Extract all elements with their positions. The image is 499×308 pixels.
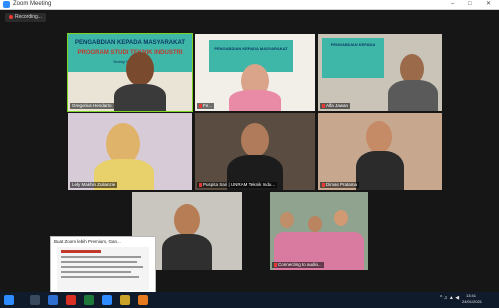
- participant-body: [356, 151, 404, 190]
- muted-mic-icon: [322, 103, 325, 108]
- minimize-button[interactable]: –: [451, 0, 454, 9]
- participant-name: Connecting to audio...: [272, 262, 324, 268]
- participant-name: Puspita Sari | UNRAM Teknik Indu...: [197, 182, 278, 188]
- participant-face: [241, 123, 269, 157]
- popup-title: Buat Zoom lebih Premium, Gan...: [54, 239, 121, 244]
- window-title-bar: Zoom Meeting – □ ✕: [0, 0, 499, 10]
- slide-title: PENGABDIAN KEPADA MASYARAKAT: [214, 46, 288, 51]
- clock-date: 24/01/2021: [462, 299, 483, 304]
- popup-preview-image: [57, 247, 149, 291]
- file-explorer-icon[interactable]: [120, 295, 130, 305]
- maximize-button[interactable]: □: [468, 0, 472, 9]
- participant-face: [126, 52, 154, 86]
- video-tile-5[interactable]: Puspita Sari | UNRAM Teknik Indu...: [195, 113, 315, 190]
- muted-mic-icon: [199, 103, 202, 108]
- slide-title: PENGABDIAN KEPADA MASYARAKAT: [74, 40, 185, 46]
- participant-name: Fe...: [197, 103, 215, 109]
- participant-body: [162, 234, 212, 270]
- close-button[interactable]: ✕: [486, 0, 491, 9]
- video-tile-1[interactable]: PENGABDIAN KEPADA MASYARAKAT PROGRAM STU…: [67, 33, 193, 112]
- search-icon[interactable]: [30, 295, 40, 305]
- recording-label: Recording...: [15, 14, 42, 20]
- video-tile-8[interactable]: Connecting to audio...: [270, 192, 368, 270]
- participant-name: Gregorius Hendarto: [70, 103, 114, 109]
- app-icon[interactable]: [66, 295, 76, 305]
- muted-mic-icon: [199, 182, 202, 187]
- notification-popup[interactable]: Buat Zoom lebih Premium, Gan...: [50, 236, 156, 294]
- participant-face: [174, 204, 200, 236]
- muted-mic-icon: [274, 262, 277, 267]
- muted-mic-icon: [322, 182, 325, 187]
- task-view-icon[interactable]: [48, 295, 58, 305]
- windows-taskbar: ^ ♫ ▲ ◀ 13:41 24/01/2021: [0, 292, 499, 308]
- presentation-slide: PENGABDIAN KEPADA: [322, 38, 384, 78]
- recording-indicator[interactable]: Recording...: [5, 13, 46, 22]
- zoom-logo-icon: [3, 1, 10, 8]
- participant-face: [334, 210, 348, 226]
- video-tile-6[interactable]: Dimas Pratama: [318, 113, 442, 190]
- participant-face: [280, 212, 294, 228]
- video-tile-2[interactable]: PENGABDIAN KEPADA MASYARAKAT Fe...: [195, 34, 315, 111]
- slide-title: PENGABDIAN KEPADA: [330, 42, 376, 47]
- participant-body: [229, 90, 281, 111]
- system-tray-icons[interactable]: ^ ♫ ▲ ◀: [440, 295, 459, 301]
- participant-face: [366, 121, 392, 153]
- video-tile-3[interactable]: PENGABDIAN KEPADA Alfa Jawan: [318, 34, 442, 111]
- zoom-app-icon[interactable]: [102, 295, 112, 305]
- chrome-icon[interactable]: [84, 295, 94, 305]
- app-icon[interactable]: [138, 295, 148, 305]
- participant-body: [388, 80, 438, 111]
- participant-name: Alfa Jawan: [320, 103, 351, 109]
- start-windows-icon[interactable]: [4, 295, 14, 305]
- clock-time: 13:41: [466, 293, 477, 298]
- participant-face: [308, 216, 322, 232]
- participant-name: Dimas Pratama: [320, 182, 360, 188]
- window-title: Zoom Meeting: [13, 1, 52, 7]
- video-tile-4[interactable]: Lely Makhin Zulianzie: [68, 113, 192, 190]
- record-dot-icon: [9, 14, 13, 19]
- participant-name: Lely Makhin Zulianzie: [70, 182, 118, 188]
- participant-body: [114, 84, 166, 111]
